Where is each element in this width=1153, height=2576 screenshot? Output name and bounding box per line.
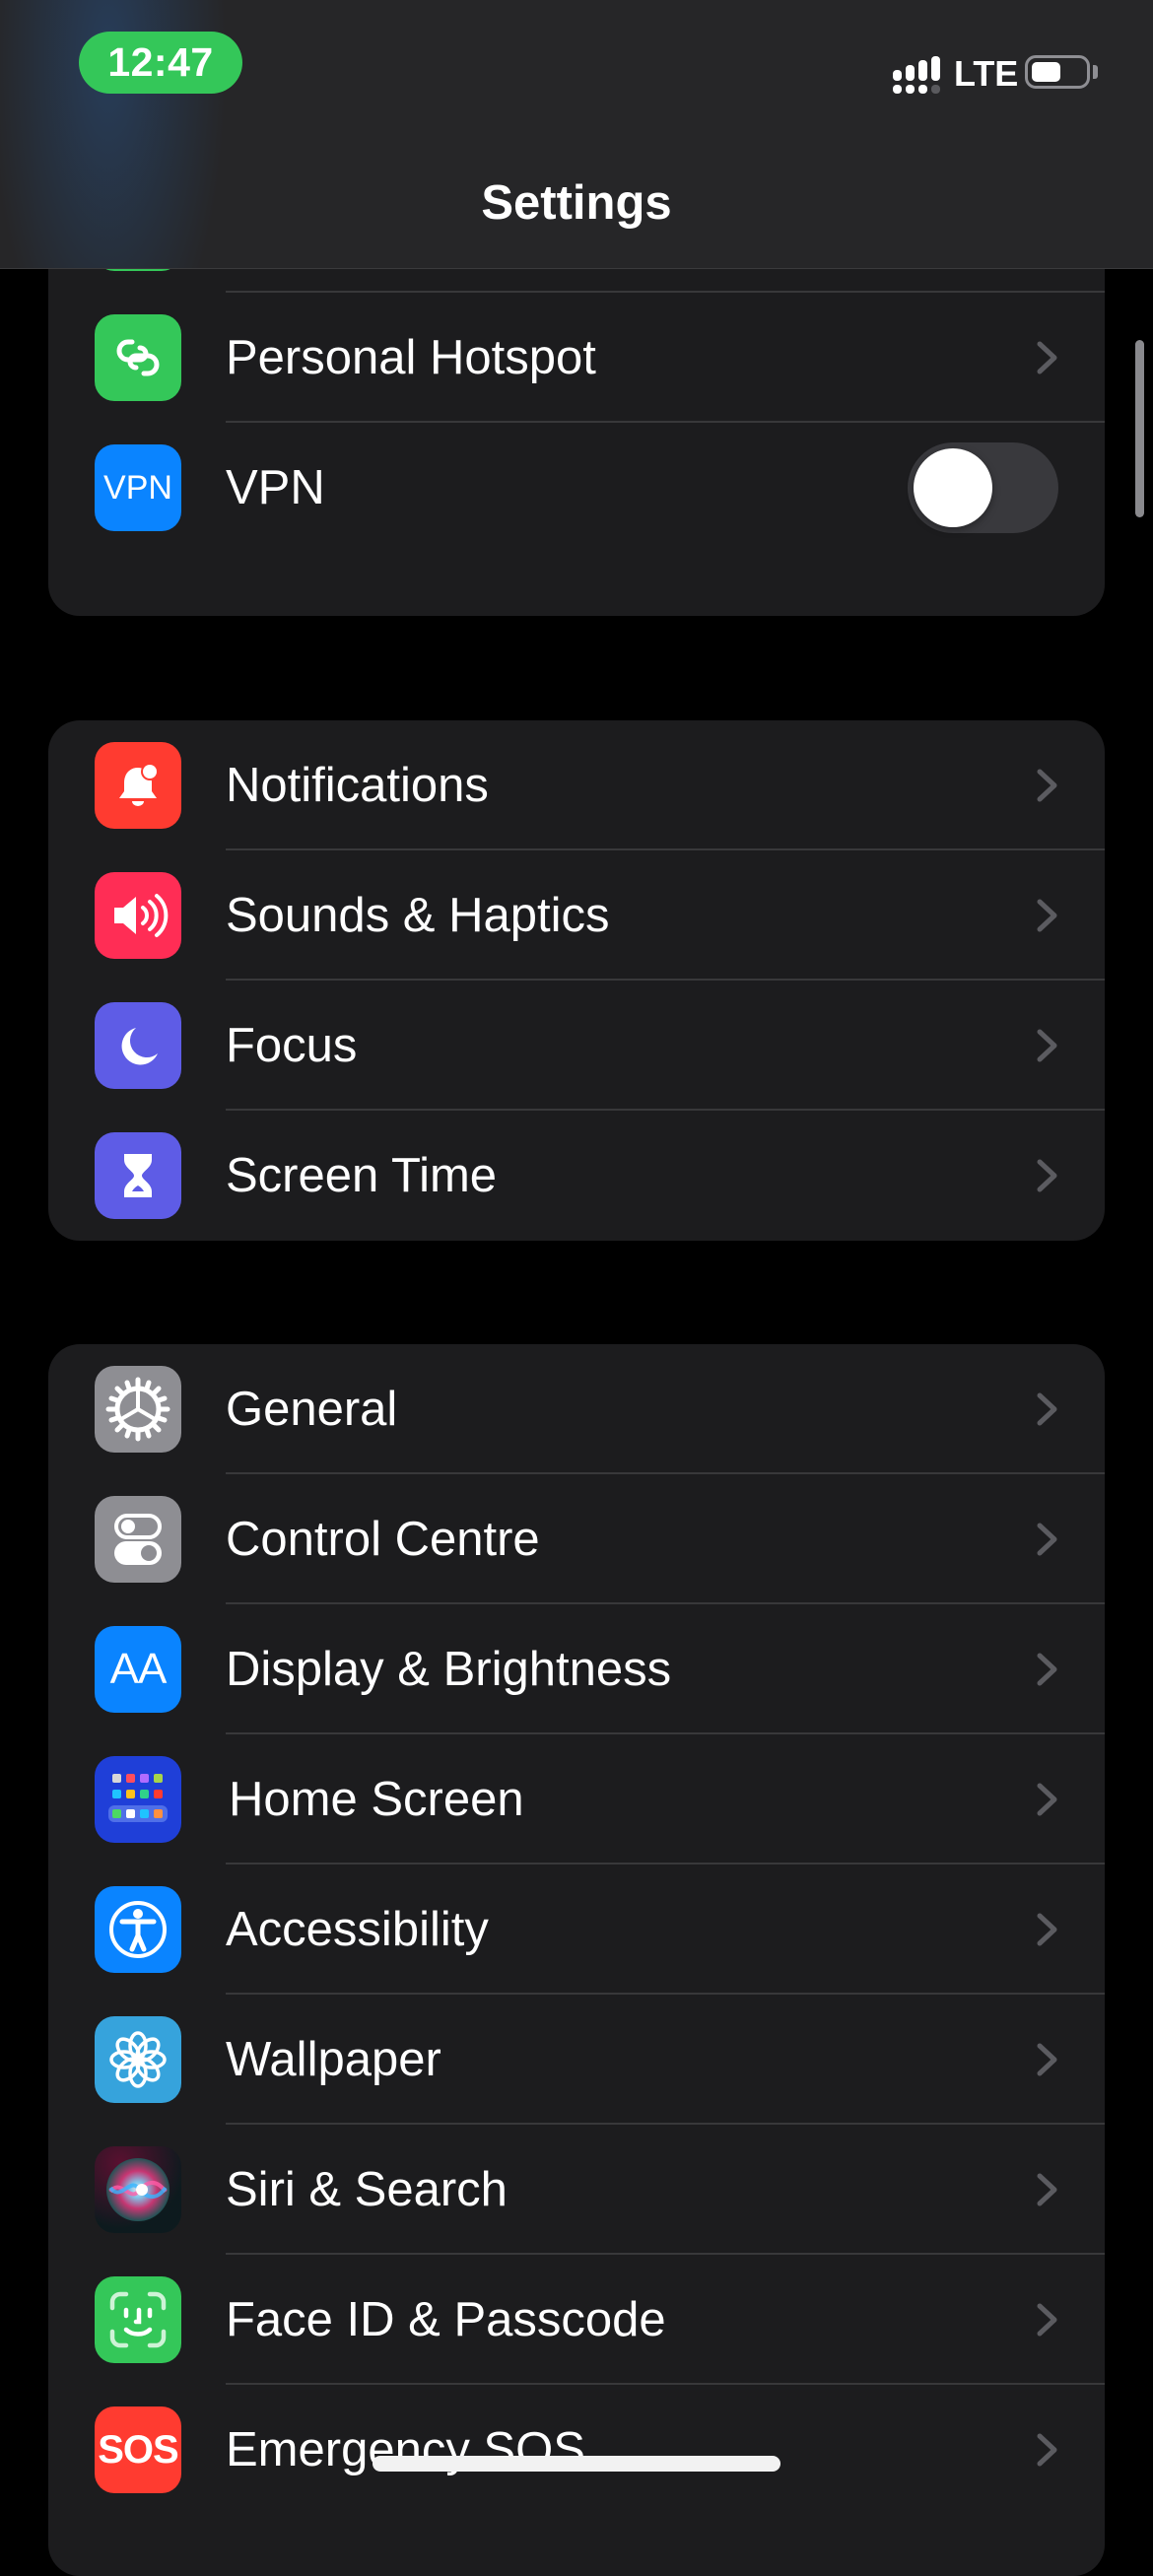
status-time[interactable]: 12:47 — [79, 32, 242, 94]
navigation-header: 12:47 LTE Settings — [0, 0, 1153, 269]
row-label: Accessibility — [226, 1903, 489, 1956]
row-label: Screen Time — [226, 1149, 498, 1202]
chevron-right-icon — [1037, 2173, 1057, 2206]
chevron-right-icon — [1037, 2433, 1057, 2467]
settings-row-face-id-passcode[interactable]: Face ID & Passcode — [48, 2255, 1105, 2385]
settings-group-general: General Control Centre AA Display & Brig… — [48, 1344, 1105, 2576]
page-title: Settings — [481, 176, 672, 230]
chevron-right-icon — [1037, 1653, 1057, 1686]
settings-row-focus[interactable]: Focus — [48, 981, 1105, 1111]
toggle-knob — [914, 448, 992, 527]
chevron-right-icon — [1037, 899, 1057, 932]
row-label: Home Screen — [229, 1773, 524, 1826]
chevron-right-icon — [1037, 1159, 1057, 1192]
row-label: Personal Hotspot — [226, 331, 596, 384]
settings-row-control-centre[interactable]: Control Centre — [48, 1474, 1105, 1604]
settings-row-display-brightness[interactable]: AA Display & Brightness — [48, 1604, 1105, 1734]
settings-row-notifications[interactable]: Notifications — [48, 720, 1105, 850]
settings-group-notifications: Notifications Sounds & Haptics Focus Scr… — [48, 720, 1105, 1241]
moon-icon — [95, 1002, 181, 1089]
switches-icon — [95, 1496, 181, 1583]
settings-row-home-screen[interactable]: Home Screen — [48, 1734, 1105, 1864]
battery-icon — [1025, 55, 1090, 89]
settings-row-accessibility[interactable]: Accessibility — [48, 1864, 1105, 1995]
row-label: Display & Brightness — [226, 1643, 672, 1696]
hourglass-icon — [95, 1132, 181, 1219]
cellular-signal-icon — [893, 56, 942, 96]
settings-row-personal-hotspot[interactable]: Personal Hotspot — [48, 293, 1105, 423]
gear-icon — [95, 1366, 181, 1453]
face-id-icon — [95, 2276, 181, 2363]
sos-icon: SOS — [95, 2407, 181, 2493]
settings-row-vpn: VPN VPN — [48, 423, 1105, 553]
row-label: VPN — [226, 461, 325, 514]
speaker-icon — [95, 872, 181, 959]
row-label: Face ID & Passcode — [226, 2293, 666, 2346]
siri-icon — [95, 2146, 181, 2233]
text-size-icon: AA — [95, 1626, 181, 1713]
battery-level — [1032, 62, 1060, 82]
battery-tip — [1093, 65, 1098, 79]
chevron-right-icon — [1037, 1029, 1057, 1062]
row-label: General — [226, 1383, 398, 1436]
settings-row-siri-search[interactable]: Siri & Search — [48, 2125, 1105, 2255]
scrollbar[interactable] — [1135, 340, 1144, 517]
settings-row-screen-time[interactable]: Screen Time — [48, 1111, 1105, 1241]
chevron-right-icon — [1037, 2303, 1057, 2337]
row-label: Control Centre — [226, 1513, 540, 1566]
hotspot-link-icon — [95, 314, 181, 401]
row-label: Wallpaper — [226, 2033, 441, 2086]
home-indicator[interactable] — [373, 2456, 780, 2472]
flower-icon — [95, 2016, 181, 2103]
network-type: LTE — [954, 53, 1019, 94]
row-label: Focus — [226, 1019, 358, 1072]
chevron-right-icon — [1037, 1783, 1057, 1816]
settings-row-wallpaper[interactable]: Wallpaper — [48, 1995, 1105, 2125]
chevron-right-icon — [1037, 341, 1057, 374]
vpn-toggle[interactable] — [908, 442, 1058, 533]
settings-row-sounds-haptics[interactable]: Sounds & Haptics — [48, 850, 1105, 981]
settings-row-emergency-sos[interactable]: SOS Emergency SOS — [48, 2385, 1105, 2515]
chevron-right-icon — [1037, 2043, 1057, 2076]
row-label: Siri & Search — [226, 2163, 508, 2216]
chevron-right-icon — [1037, 769, 1057, 802]
bell-badge-icon — [95, 742, 181, 829]
chevron-right-icon — [1037, 1523, 1057, 1556]
chevron-right-icon — [1037, 1913, 1057, 1946]
settings-row-general[interactable]: General — [48, 1344, 1105, 1474]
row-label: Emergency SOS — [226, 2423, 585, 2476]
vpn-icon: VPN — [95, 444, 181, 531]
row-label: Sounds & Haptics — [226, 889, 610, 942]
app-grid-icon — [95, 1756, 181, 1843]
row-label: Notifications — [226, 759, 489, 812]
accessibility-icon — [95, 1886, 181, 1973]
chevron-right-icon — [1037, 1392, 1057, 1426]
